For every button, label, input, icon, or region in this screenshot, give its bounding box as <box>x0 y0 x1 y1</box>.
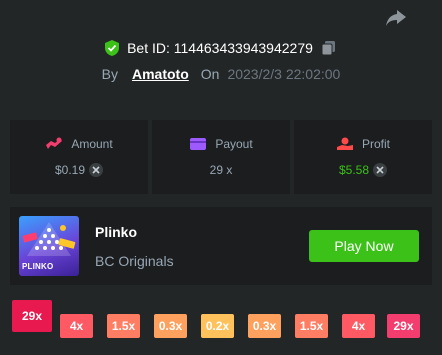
amount-icon <box>45 137 63 151</box>
game-card: PLINKO Plinko BC Originals Play Now <box>10 207 432 285</box>
username-link[interactable]: Amatoto <box>132 66 189 82</box>
stat-amount-label: Amount <box>71 137 113 151</box>
share-button[interactable] <box>384 8 408 28</box>
bet-id-label: Bet ID: 114463433943942279 <box>127 40 313 56</box>
payout-icon <box>189 137 207 151</box>
stat-payout-value: 29 x <box>209 163 233 177</box>
bet-meta-row: By Amatoto On 2023/2/3 22:02:00 <box>0 64 442 84</box>
multiplier-slot: 4x <box>60 314 93 338</box>
bet-stats: Amount $0.19 Payout 29 x Profit $5.58 <box>10 120 432 194</box>
bet-id-row: Bet ID: 114463433943942279 <box>0 38 442 58</box>
thumbnail-label: PLINKO <box>22 262 54 271</box>
stat-amount-value-row: $0.19 <box>54 163 104 177</box>
game-name[interactable]: Plinko <box>95 224 174 240</box>
stat-profit-label: Profit <box>361 137 390 151</box>
stat-payout: Payout 29 x <box>152 120 290 194</box>
coin-icon <box>89 163 104 177</box>
game-thumbnail[interactable]: PLINKO <box>19 216 79 276</box>
multiplier-row: 29x 4x 1.5x 0.3x 0.2x 0.3x 1.5x 4x 29x <box>0 300 442 350</box>
multiplier-slot: 0.3x <box>154 314 187 338</box>
bet-timestamp: 2023/2/3 22:02:00 <box>227 66 341 82</box>
multiplier-slot: 29x <box>387 314 420 338</box>
share-icon <box>386 10 406 26</box>
profit-icon <box>336 137 354 151</box>
multiplier-highlight: 29x <box>12 300 52 332</box>
coin-icon <box>373 163 388 177</box>
stat-payout-value-row: 29 x <box>210 163 233 177</box>
multiplier-slot: 0.2x <box>201 314 234 338</box>
stat-amount: Amount $0.19 <box>10 120 148 194</box>
game-info: Plinko BC Originals <box>95 224 174 269</box>
multiplier-slot: 1.5x <box>295 314 328 338</box>
copy-icon[interactable] <box>321 40 337 56</box>
multiplier-slot: 1.5x <box>107 314 140 338</box>
play-now-button[interactable]: Play Now <box>309 230 419 262</box>
multiplier-slot: 0.3x <box>248 314 281 338</box>
by-label: By <box>101 66 118 82</box>
stat-payout-label: Payout <box>215 137 253 151</box>
game-provider: BC Originals <box>95 252 174 269</box>
multiplier-slot: 4x <box>342 314 375 338</box>
stat-amount-value: $0.19 <box>54 163 86 177</box>
stat-profit: Profit $5.58 <box>294 120 432 194</box>
stat-profit-value: $5.58 <box>338 163 370 177</box>
stat-profit-value-row: $5.58 <box>338 163 388 177</box>
on-label: On <box>200 66 220 82</box>
verified-shield-icon <box>105 40 120 56</box>
